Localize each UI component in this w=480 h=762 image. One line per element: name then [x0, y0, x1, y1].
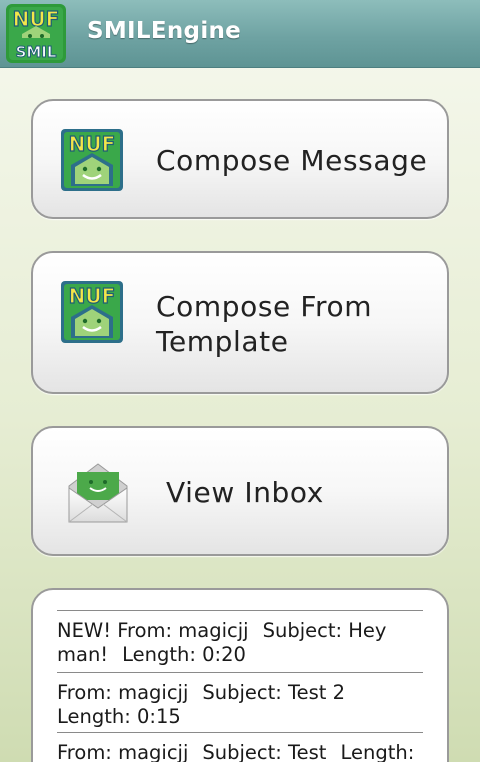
- message-subject: Subject: Test 2: [202, 681, 346, 704]
- list-item[interactable]: NEW! From: magicjj Subject: Hey man! Lengt…: [57, 610, 423, 667]
- app-logo-icon: NUF SMIL: [6, 4, 66, 63]
- logo-text-bottom: SMIL: [16, 43, 57, 61]
- view-inbox-label: View Inbox: [166, 476, 324, 509]
- template-label-line1: Compose From: [156, 290, 373, 323]
- list-item[interactable]: From: magicjj Subject: Test Length:: [57, 732, 423, 762]
- message-from: From: magicjj: [57, 741, 189, 762]
- compose-from-template-label: Compose From Template: [156, 289, 372, 359]
- compose-message-label: Compose Message: [156, 144, 428, 177]
- compose-from-template-button[interactable]: NUF Compose From Template: [31, 251, 449, 394]
- message-from: From: magicjj: [117, 619, 249, 642]
- svg-text:NUF: NUF: [69, 284, 116, 308]
- view-inbox-button[interactable]: View Inbox: [31, 426, 449, 556]
- nuf-logo-icon: NUF: [61, 281, 123, 343]
- message-length: Length: 0:15: [57, 705, 181, 728]
- compose-message-button[interactable]: NUF Compose Message: [31, 99, 449, 219]
- app-title: SMILEngine: [87, 18, 242, 44]
- svg-text:NUF: NUF: [69, 132, 116, 156]
- message-subject: Subject: Test: [202, 741, 327, 762]
- title-bar: NUF SMIL SMILEngine: [0, 0, 480, 68]
- envelope-icon: [68, 463, 128, 523]
- list-item[interactable]: From: magicjj Subject: Test 2 Length: 0:15: [57, 672, 423, 729]
- message-from: From: magicjj: [57, 681, 189, 704]
- inbox-message-list[interactable]: NEW! From: magicjj Subject: Hey man! Lengt…: [31, 588, 449, 762]
- nuf-logo-icon: NUF: [61, 129, 123, 191]
- new-badge: NEW!: [57, 619, 118, 642]
- template-label-line2: Template: [156, 325, 289, 358]
- message-length: Length:: [340, 741, 415, 762]
- message-length: Length: 0:20: [122, 643, 246, 666]
